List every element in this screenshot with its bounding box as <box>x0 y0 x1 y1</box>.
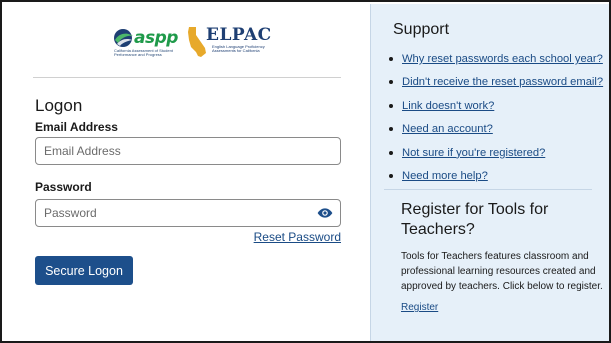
email-label: Email Address <box>35 120 118 134</box>
reset-password-link[interactable]: Reset Password <box>254 230 341 244</box>
elpac-logo: ELPAC English Language Proficiency Asses… <box>186 24 272 62</box>
support-link-link-broken[interactable]: Link doesn't work? <box>402 100 494 112</box>
bullet-icon <box>389 150 393 155</box>
secure-logon-button[interactable]: Secure Logon <box>35 256 133 285</box>
caaspp-subtitle: California Assessment of Student Perform… <box>114 48 173 58</box>
support-panel: Support Why reset passwords each school … <box>370 4 609 341</box>
password-label: Password <box>35 180 92 194</box>
elpac-wordmark: ELPAC <box>206 25 272 45</box>
list-item: Didn't receive the reset password email? <box>389 75 609 98</box>
register-heading: Register for Tools for Teachers? <box>401 201 549 238</box>
email-field[interactable] <box>35 137 341 165</box>
list-item: Link doesn't work? <box>389 99 609 122</box>
register-link[interactable]: Register <box>401 302 438 313</box>
logon-heading: Logon <box>35 96 83 115</box>
password-field[interactable] <box>35 199 341 227</box>
bullet-icon <box>389 80 393 85</box>
support-links: Why reset passwords each school year? Di… <box>389 52 609 192</box>
support-link-not-registered[interactable]: Not sure if you're registered? <box>402 147 545 159</box>
list-item: Not sure if you're registered? <box>389 146 609 169</box>
list-item: Why reset passwords each school year? <box>389 52 609 75</box>
login-window: aspp California Assessment of Student Pe… <box>0 0 611 343</box>
support-divider <box>384 189 592 190</box>
register-description: Tools for Teachers features classroom an… <box>401 251 603 292</box>
support-heading: Support <box>393 21 450 38</box>
bullet-icon <box>389 127 393 132</box>
support-link-more-help[interactable]: Need more help? <box>402 170 488 182</box>
logo-bar: aspp California Assessment of Student Pe… <box>112 24 272 64</box>
caaspp-logo: aspp California Assessment of Student Pe… <box>112 24 182 62</box>
logo-divider <box>33 77 341 78</box>
support-link-why-reset[interactable]: Why reset passwords each school year? <box>402 53 603 65</box>
bullet-icon <box>389 103 393 108</box>
bullet-icon <box>389 57 393 61</box>
california-map-icon <box>188 27 206 57</box>
list-item: Need an account? <box>389 122 609 145</box>
bullet-icon <box>389 173 393 178</box>
eye-icon[interactable] <box>317 207 333 219</box>
caaspp-wordmark: aspp <box>134 28 178 48</box>
support-link-no-email[interactable]: Didn't receive the reset password email? <box>402 76 603 88</box>
logon-panel: aspp California Assessment of Student Pe… <box>4 4 370 341</box>
support-link-need-account[interactable]: Need an account? <box>402 123 493 135</box>
elpac-subtitle: English Language Proficiency Assessments… <box>212 44 265 54</box>
